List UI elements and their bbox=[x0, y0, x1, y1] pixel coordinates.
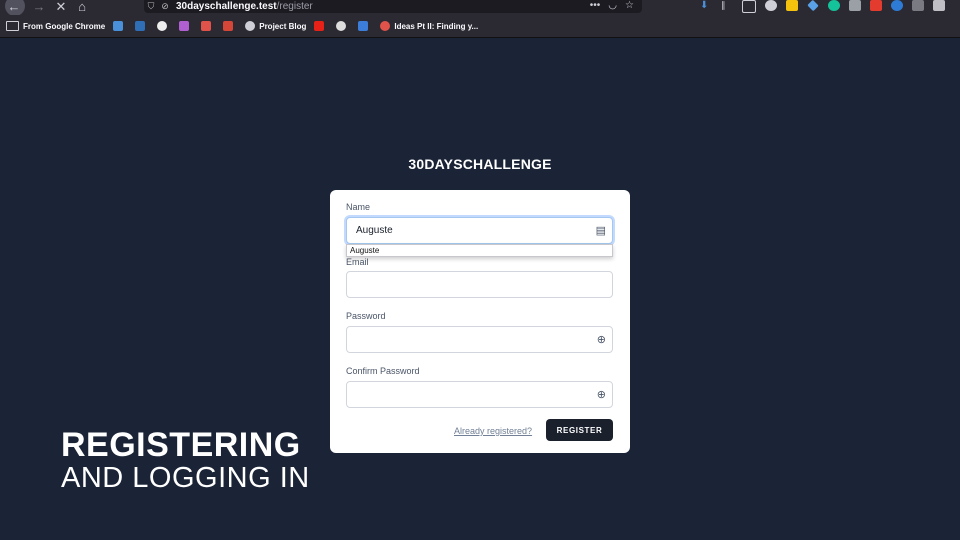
calendar-icon bbox=[113, 21, 124, 31]
email-field[interactable] bbox=[346, 271, 613, 298]
register-button[interactable]: REGISTER bbox=[546, 419, 613, 441]
back-button[interactable]: ← bbox=[3, 0, 25, 16]
already-registered-link[interactable]: Already registered? bbox=[454, 426, 532, 436]
bookmark-label: Ideas Pt II: Finding y... bbox=[394, 21, 479, 31]
bookmark-2[interactable] bbox=[135, 21, 149, 31]
page-actions-icon[interactable]: ••• bbox=[590, 0, 601, 11]
shield-icon: ⛉ bbox=[147, 1, 155, 11]
name-label: Name bbox=[346, 202, 371, 212]
youtube-icon bbox=[314, 21, 325, 31]
autofill-suggestion[interactable]: Auguste bbox=[350, 246, 379, 255]
forward-button[interactable]: → bbox=[29, 0, 49, 15]
account-icon[interactable] bbox=[765, 0, 777, 11]
stack-icon bbox=[135, 21, 146, 31]
folder-icon bbox=[6, 21, 19, 31]
bookmark-label: From Google Chrome bbox=[23, 21, 106, 31]
outlook-icon bbox=[358, 21, 369, 31]
confirm-password-label: Confirm Password bbox=[346, 366, 420, 376]
library-icon[interactable]: ∥ bbox=[721, 0, 733, 11]
password-label: Password bbox=[346, 311, 386, 321]
e-logo-icon bbox=[380, 21, 391, 31]
globe-icon bbox=[245, 21, 256, 31]
address-bar[interactable]: ⛉ ⊘ 30dayschallenge.test/register ••• ◡ … bbox=[144, 0, 642, 13]
bookmark-project-blog[interactable]: Project Blog bbox=[245, 21, 306, 31]
overlay-title: REGISTERING bbox=[61, 426, 301, 464]
soccer-icon bbox=[157, 21, 168, 31]
sidebar-icon[interactable] bbox=[742, 0, 756, 13]
autofill-dropdown[interactable]: Auguste bbox=[346, 244, 613, 257]
overlay-subtitle: AND LOGGING IN bbox=[61, 462, 310, 494]
extension-h-icon[interactable] bbox=[849, 0, 861, 11]
name-value: Auguste bbox=[356, 225, 393, 236]
gmail-icon bbox=[223, 21, 234, 31]
url-path: /register bbox=[276, 1, 313, 12]
email-label: Email bbox=[346, 257, 369, 267]
bookmarks-bar: From Google Chrome Project Blog Ideas Pt… bbox=[0, 15, 960, 38]
bookmark-outlook[interactable] bbox=[358, 21, 372, 31]
bookmark-label: Project Blog bbox=[259, 21, 307, 31]
confirm-password-field[interactable]: ⊕ bbox=[346, 381, 613, 408]
password-manager-icon[interactable]: ⊕ bbox=[597, 388, 606, 401]
browser-toolbar: ← → ✕ ⌂ ⛉ ⊘ 30dayschallenge.test/registe… bbox=[0, 0, 960, 16]
home-button[interactable]: ⌂ bbox=[72, 0, 92, 15]
extension-icons: ⬇ ∥ ≡ bbox=[700, 0, 960, 13]
bookmark-youtube[interactable] bbox=[314, 21, 328, 31]
extension-grey-icon[interactable] bbox=[912, 0, 924, 11]
contact-card-icon[interactable]: ▤ bbox=[596, 224, 606, 237]
github-icon bbox=[336, 21, 347, 31]
register-form-card: Name Auguste ▤ Email Password ⊕ Confirm … bbox=[330, 190, 630, 453]
password-manager-icon[interactable]: ⊕ bbox=[597, 333, 606, 346]
arrow-left-icon: ← bbox=[7, 0, 21, 14]
downloads-icon[interactable]: ⬇ bbox=[700, 0, 712, 11]
extension-diamond-icon[interactable] bbox=[807, 0, 819, 12]
password-field[interactable]: ⊕ bbox=[346, 326, 613, 353]
pocket-icon[interactable]: ◡ bbox=[608, 0, 617, 11]
name-field[interactable]: Auguste ▤ bbox=[346, 217, 613, 244]
extension-red-icon[interactable] bbox=[870, 0, 882, 11]
red-app-icon bbox=[201, 21, 212, 31]
bookmark-ideas[interactable]: Ideas Pt II: Finding y... bbox=[380, 21, 478, 31]
site-info-icon[interactable]: ⊘ bbox=[158, 1, 172, 12]
bookmark-3[interactable] bbox=[157, 21, 171, 31]
extension-blue-icon[interactable] bbox=[891, 0, 903, 11]
bookmark-gmail[interactable] bbox=[223, 21, 237, 31]
bookmark-5[interactable] bbox=[201, 21, 215, 31]
purple-app-icon bbox=[179, 21, 190, 31]
url-host: 30dayschallenge.test bbox=[176, 1, 277, 12]
grammarly-icon[interactable] bbox=[828, 0, 840, 11]
bookmark-folder-from-google-chrome[interactable]: From Google Chrome bbox=[6, 21, 105, 31]
bookmark-4[interactable] bbox=[179, 21, 193, 31]
extension-yellow-icon[interactable] bbox=[786, 0, 798, 11]
brand-logo-text: 30DAYSCHALLENGE bbox=[408, 156, 552, 172]
bookmark-1[interactable] bbox=[113, 21, 127, 31]
bookmark-star-icon[interactable]: ☆ bbox=[625, 0, 634, 11]
stop-button[interactable]: ✕ bbox=[51, 0, 71, 15]
bookmark-github[interactable] bbox=[336, 21, 350, 31]
extension-person-icon[interactable] bbox=[933, 0, 945, 11]
